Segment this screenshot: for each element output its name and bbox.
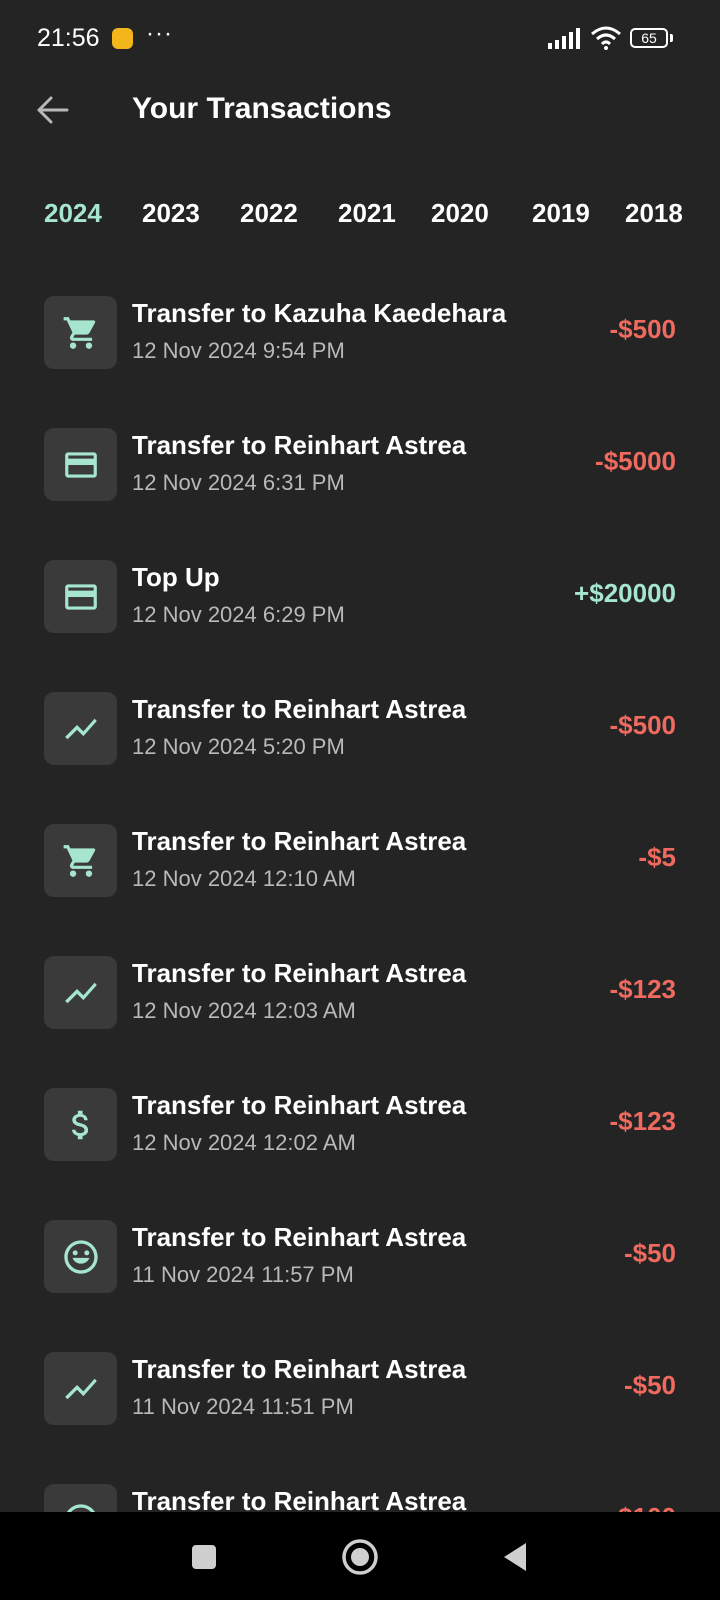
transaction-title: Transfer to Reinhart Astrea [132, 1486, 467, 1512]
smiley-icon [63, 1239, 98, 1274]
transaction-row[interactable]: Transfer to Reinhart Astrea 12 Nov 2024 … [0, 690, 720, 822]
transaction-row[interactable]: Transfer to Reinhart Astrea -$100 [0, 1482, 720, 1512]
transaction-row[interactable]: Top Up 12 Nov 2024 6:29 PM +$20000 [0, 558, 720, 690]
cart-icon [63, 316, 95, 349]
transaction-title: Transfer to Reinhart Astrea [132, 958, 467, 988]
transaction-icon-box [44, 692, 117, 765]
transaction-row[interactable]: Transfer to Reinhart Astrea 12 Nov 2024 … [0, 954, 720, 1086]
dollar-icon [71, 1110, 88, 1139]
transaction-icon-box [44, 824, 117, 897]
tab-year-2020[interactable]: 2020 [431, 198, 489, 229]
status-bar: 21:56 ··· 65 [0, 0, 720, 78]
tab-year-2019[interactable]: 2019 [532, 198, 590, 229]
cart-icon [63, 844, 95, 877]
smiley-icon [66, 1503, 95, 1512]
credit-card-icon [64, 451, 97, 478]
trending-icon [64, 718, 97, 739]
square-icon [192, 1545, 216, 1569]
transaction-amount: -$500 [609, 710, 677, 740]
battery-level: 65 [641, 30, 657, 46]
more-notifications-icon: ··· [146, 20, 173, 47]
page-title: Your Transactions [132, 92, 392, 125]
transaction-title: Transfer to Reinhart Astrea [132, 1222, 467, 1252]
transaction-amount: -$50 [623, 1370, 676, 1400]
tab-year-2023[interactable]: 2023 [142, 198, 200, 229]
transaction-title: Transfer to Reinhart Astrea [132, 1354, 467, 1384]
transaction-title: Transfer to Reinhart Astrea [132, 430, 467, 460]
transaction-row[interactable]: Transfer to Reinhart Astrea 11 Nov 2024 … [0, 1350, 720, 1482]
trending-icon [64, 1378, 97, 1399]
transaction-row[interactable]: Transfer to Reinhart Astrea 12 Nov 2024 … [0, 1086, 720, 1218]
transaction-icon-box [44, 1484, 117, 1512]
transaction-amount: -$123 [609, 974, 677, 1004]
navigation-bar [0, 1512, 720, 1600]
status-time: 21:56 [37, 24, 100, 52]
home-button[interactable] [335, 1532, 385, 1582]
transaction-icon-box [44, 1220, 117, 1293]
tab-year-2024[interactable]: 2024 [44, 198, 102, 229]
transaction-icon-box [44, 1088, 117, 1161]
transaction-amount: +$20000 [574, 578, 676, 608]
transaction-icon-box [44, 1352, 117, 1425]
triangle-back-icon [504, 1543, 526, 1571]
recents-button[interactable] [179, 1532, 229, 1582]
transaction-amount: -$5 [638, 842, 676, 872]
transaction-amount: -$500 [609, 314, 677, 344]
tab-year-2021[interactable]: 2021 [338, 198, 396, 229]
transaction-list[interactable]: Transfer to Kazuha Kaedehara 12 Nov 2024… [0, 294, 720, 1512]
transaction-date: 12 Nov 2024 12:02 AM [132, 1130, 356, 1155]
back-nav-button[interactable] [490, 1532, 540, 1582]
transaction-title: Top Up [132, 562, 220, 592]
year-tabs: 2024 2023 2022 2021 2020 2019 2018 [0, 198, 720, 248]
transaction-title: Transfer to Reinhart Astrea [132, 826, 467, 856]
wifi-icon [591, 26, 621, 50]
transaction-row[interactable]: Transfer to Reinhart Astrea 12 Nov 2024 … [0, 426, 720, 558]
transaction-date: 12 Nov 2024 5:20 PM [132, 734, 345, 759]
transaction-date: 11 Nov 2024 11:51 PM [132, 1394, 354, 1419]
transaction-amount: -$100 [610, 1502, 677, 1512]
trending-icon [64, 982, 97, 1003]
notification-app-icon [112, 28, 133, 49]
transaction-row[interactable]: Transfer to Reinhart Astrea 12 Nov 2024 … [0, 822, 720, 954]
tab-year-2018[interactable]: 2018 [625, 198, 683, 229]
arrow-left-icon [37, 96, 69, 124]
transaction-date: 12 Nov 2024 6:31 PM [132, 470, 345, 495]
transaction-icon-box [44, 560, 117, 633]
transaction-title: Transfer to Kazuha Kaedehara [132, 298, 507, 328]
signal-icon [548, 28, 580, 49]
transaction-date: 12 Nov 2024 9:54 PM [132, 338, 345, 363]
transaction-amount: -$123 [609, 1106, 677, 1136]
transaction-icon-box [44, 428, 117, 501]
transaction-title: Transfer to Reinhart Astrea [132, 694, 467, 724]
home-circle-icon [342, 1539, 378, 1575]
tab-year-2022[interactable]: 2022 [240, 198, 298, 229]
transaction-date: 12 Nov 2024 12:03 AM [132, 998, 356, 1023]
transaction-date: 11 Nov 2024 11:57 PM [132, 1262, 354, 1287]
transaction-row[interactable]: Transfer to Kazuha Kaedehara 12 Nov 2024… [0, 294, 720, 426]
transaction-icon-box [44, 956, 117, 1029]
transaction-date: 12 Nov 2024 6:29 PM [132, 602, 345, 627]
transaction-amount: -$5000 [595, 446, 676, 476]
back-button[interactable] [30, 88, 74, 132]
transaction-amount: -$50 [623, 1238, 676, 1268]
transaction-row[interactable]: Transfer to Reinhart Astrea 11 Nov 2024 … [0, 1218, 720, 1350]
transaction-title: Transfer to Reinhart Astrea [132, 1090, 467, 1120]
transaction-icon-box [44, 296, 117, 369]
credit-card-icon [64, 583, 97, 610]
transaction-date: 12 Nov 2024 12:10 AM [132, 866, 356, 891]
battery-tip [670, 34, 673, 42]
